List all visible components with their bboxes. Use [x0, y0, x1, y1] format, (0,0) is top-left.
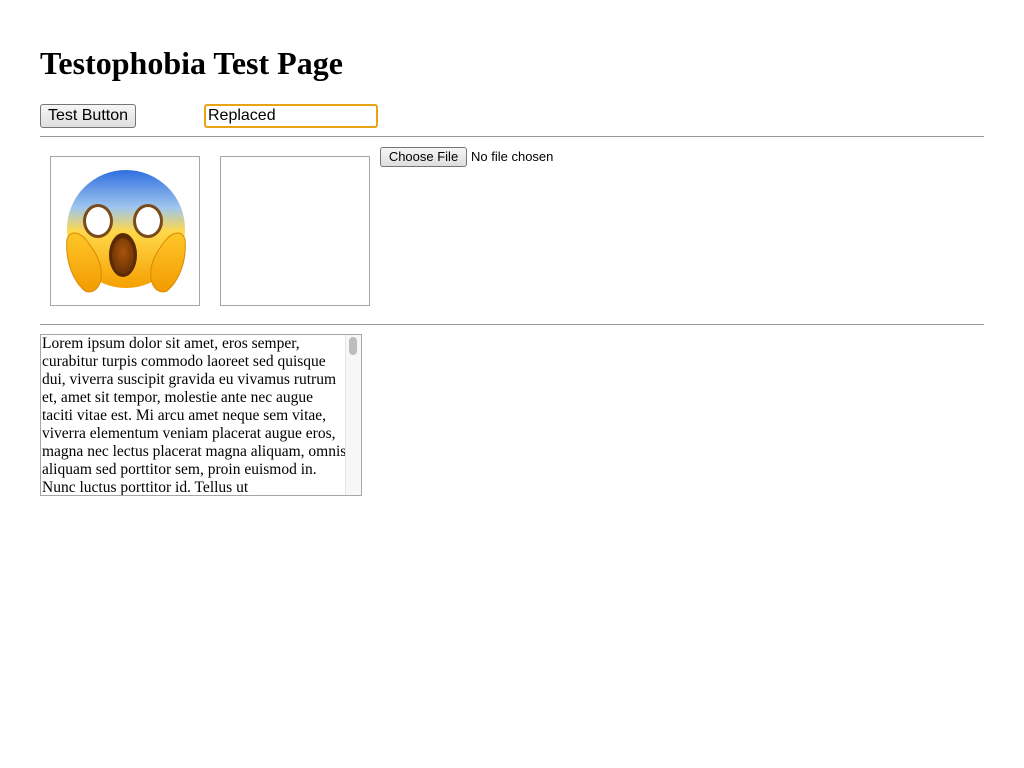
page-title: Testophobia Test Page [40, 45, 343, 81]
image-frame-empty [220, 156, 370, 306]
divider-bottom [40, 324, 984, 325]
screaming-face-emoji-icon [66, 170, 186, 293]
test-button[interactable]: Test Button [40, 104, 136, 128]
scrollbar-thumb[interactable] [349, 337, 357, 355]
textarea-scrollbar[interactable] [345, 335, 361, 495]
file-status-text: No file chosen [471, 149, 554, 164]
image-frame-emoji [50, 156, 200, 306]
choose-file-button[interactable]: Choose File [380, 147, 467, 167]
divider-top [40, 136, 984, 137]
page: Testophobia Test Page Test Button Replac… [0, 0, 1024, 768]
lorem-textarea[interactable]: Lorem ipsum dolor sit amet, eros semper,… [40, 334, 362, 496]
text-input[interactable] [204, 104, 378, 128]
textarea-content: Lorem ipsum dolor sit amet, eros semper,… [42, 335, 347, 496]
